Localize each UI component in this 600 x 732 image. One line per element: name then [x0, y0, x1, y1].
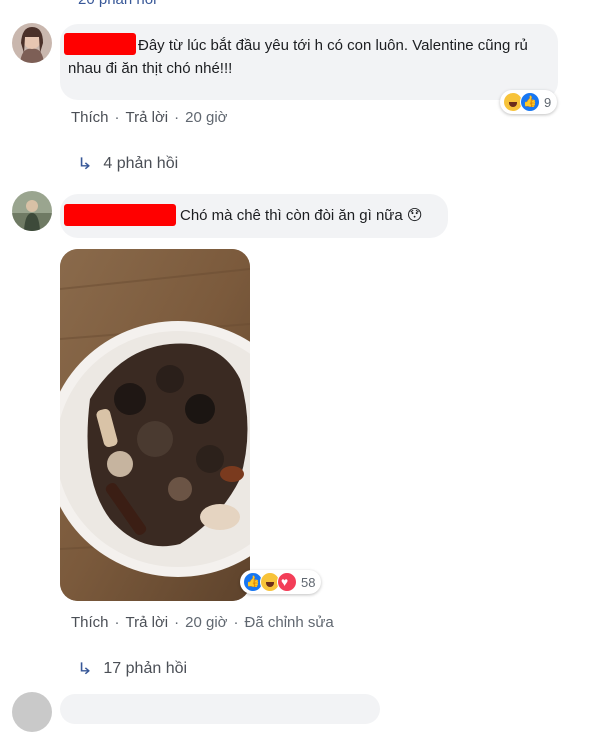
like-link[interactable]: Thích — [71, 109, 109, 126]
separator: · — [114, 614, 120, 631]
reaction-count: 58 — [301, 574, 316, 590]
comment-bubble: Chó mà chê thì còn đòi ăn gì nữa 😯 — [60, 194, 448, 238]
comment-text: Đây từ lúc bắt đầu yêu tới h có con luôn… — [68, 37, 528, 77]
comment-actions: Thích · Trả lời · 20 giờ — [71, 109, 228, 126]
reply-arrow-icon: ↳ — [76, 661, 93, 678]
like-link[interactable]: Thích — [71, 614, 109, 631]
photo-image — [60, 249, 250, 601]
avatar-image — [12, 191, 52, 231]
comment-body: Chó mà chê thì còn đòi ăn gì nữa — [180, 207, 403, 224]
comment-text: Chó mà chê thì còn đòi ăn gì nữa 😯 — [180, 204, 423, 227]
avatar-image — [12, 23, 52, 63]
separator: · — [174, 109, 180, 126]
reply-link[interactable]: Trả lời — [126, 109, 169, 126]
view-replies-link[interactable]: ↳ 4 phản hồi — [76, 154, 179, 174]
previous-replies-link[interactable]: 20 phản hồi — [78, 0, 156, 8]
comment-bubble — [60, 694, 380, 724]
reactions-summary[interactable]: 👍 58 — [240, 570, 322, 594]
timestamp[interactable]: 20 giờ — [185, 109, 227, 126]
replies-count: 17 phản hồi — [103, 660, 188, 677]
separator: · — [174, 614, 180, 631]
comment-photo[interactable] — [60, 249, 250, 601]
avatar[interactable] — [12, 191, 52, 231]
reaction-count: 9 — [544, 94, 552, 110]
redacted-username — [64, 204, 176, 226]
reply-link[interactable]: Trả lời — [126, 614, 169, 631]
comment-actions: Thích · Trả lời · 20 giờ · Đã chỉnh sửa — [71, 614, 334, 631]
edited-label[interactable]: Đã chỉnh sửa — [245, 614, 334, 631]
hushed-face-icon: 😯 — [406, 207, 423, 224]
reactions-summary[interactable]: 👍 9 — [500, 90, 558, 114]
avatar[interactable] — [12, 23, 52, 63]
view-replies-link[interactable]: ↳ 17 phản hồi — [76, 659, 188, 679]
love-icon — [277, 572, 297, 592]
separator: · — [114, 109, 120, 126]
reply-arrow-icon: ↳ — [76, 156, 93, 173]
like-icon: 👍 — [520, 92, 540, 112]
separator: · — [233, 614, 239, 631]
timestamp[interactable]: 20 giờ — [185, 614, 227, 631]
replies-count: 4 phản hồi — [103, 155, 179, 172]
avatar[interactable] — [12, 692, 52, 732]
comment-bubble: Đây từ lúc bắt đầu yêu tới h có con luôn… — [60, 24, 558, 100]
